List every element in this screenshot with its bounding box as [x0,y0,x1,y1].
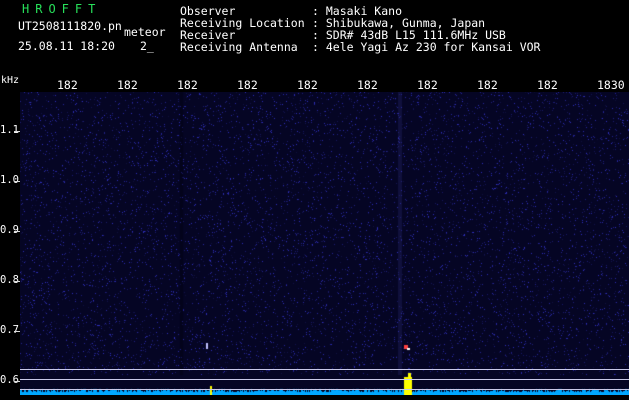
freq-label: 182 [237,78,258,92]
guide-line [20,369,629,370]
freq-label: 182 [417,78,438,92]
y-tick [14,131,20,132]
file-datetime: 25.08.11 18:20 [18,39,115,53]
y-label: 0.8 [0,274,19,286]
freq-label: 182 [297,78,318,92]
guide-line [20,389,629,390]
freq-label: 1830 [597,78,625,92]
freq-label: 182 [357,78,378,92]
y-tick [14,181,20,182]
y-label: 0.9 [0,224,19,236]
guide-line [20,379,629,380]
file-name: UT2508111820.pn [18,19,122,33]
y-tick [14,381,20,382]
y-tick [14,231,20,232]
y-label: 1.0 [0,174,19,186]
freq-label: 182 [57,78,78,92]
spectrogram-canvas[interactable] [20,80,629,395]
y-tick [14,331,20,332]
meta-value-antenna: : 4ele Yagi Az 230 for Kansai VOR [312,40,541,54]
meta-key-antenna: Receiving Antenna [180,40,298,54]
header-panel: HROFFT UT2508111820.pn meteor 25.08.11 1… [0,0,629,75]
frequency-axis: 182 182 182 182 182 182 182 182 182 1830 [0,78,629,92]
file-label: meteor [124,25,166,39]
freq-label: 182 [477,78,498,92]
y-tick [14,281,20,282]
freq-label: 182 [177,78,198,92]
freq-label: 182 [117,78,138,92]
file-index: 2_ [140,39,154,53]
app-title: HROFFT [22,2,102,16]
y-label: 1.1 [0,124,19,136]
unit-label: kHz [1,75,20,86]
y-label: 0.7 [0,324,19,336]
freq-label: 182 [537,78,558,92]
y-label: 0.6 [0,374,19,386]
